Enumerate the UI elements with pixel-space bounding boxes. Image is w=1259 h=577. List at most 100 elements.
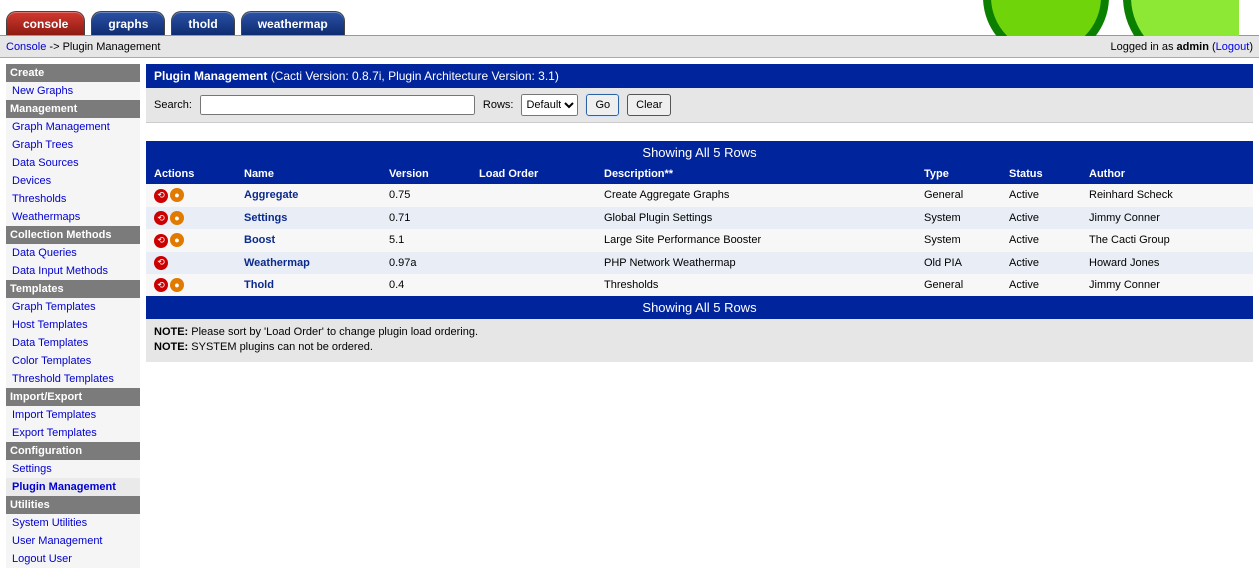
panel-subtitle: (Cacti Version: 0.8.7i, Plugin Architect…: [271, 69, 559, 83]
cell-author: Howard Jones: [1081, 252, 1253, 274]
cell-desc: Large Site Performance Booster: [596, 229, 916, 252]
uninstall-icon[interactable]: ●: [170, 211, 184, 225]
disable-icon[interactable]: ⟲: [154, 278, 168, 292]
filter-bar: Search: Rows: Default Go Clear: [146, 88, 1253, 123]
cell-status: Active: [1001, 229, 1081, 252]
tab-graphs[interactable]: graphs: [91, 11, 165, 35]
sidebar-item-data-sources[interactable]: Data Sources: [6, 154, 140, 172]
disable-icon[interactable]: ⟲: [154, 211, 168, 225]
login-text: Logged in as: [1110, 41, 1176, 53]
sidebar-item-user-management[interactable]: User Management: [6, 532, 140, 550]
breadcrumb-sep: ->: [46, 41, 62, 53]
cell-type: Old PIA: [916, 252, 1001, 274]
table-row: ⟲●Aggregate0.75Create Aggregate GraphsGe…: [146, 184, 1253, 207]
table-row: ⟲●Thold0.4ThresholdsGeneralActiveJimmy C…: [146, 274, 1253, 297]
breadcrumb-page: Plugin Management: [63, 41, 161, 53]
col-author[interactable]: Author: [1081, 164, 1253, 184]
sidebar-item-new-graphs[interactable]: New Graphs: [6, 82, 140, 100]
sidebar-item-host-templates[interactable]: Host Templates: [6, 316, 140, 334]
col-name[interactable]: Name: [236, 164, 381, 184]
cell-status: Active: [1001, 207, 1081, 230]
cell-load: [471, 252, 596, 274]
tab-weathermap[interactable]: weathermap: [241, 11, 345, 35]
sidebar-item-settings[interactable]: Settings: [6, 460, 140, 478]
uninstall-icon[interactable]: ●: [170, 233, 184, 247]
breadcrumb-root[interactable]: Console: [6, 41, 46, 53]
table-header-row: ActionsNameVersionLoad OrderDescription*…: [146, 164, 1253, 184]
sidebar-item-system-utilities[interactable]: System Utilities: [6, 514, 140, 532]
table-row: ⟲●Settings0.71Global Plugin SettingsSyst…: [146, 207, 1253, 230]
sidebar-item-data-templates[interactable]: Data Templates: [6, 334, 140, 352]
sidebar-item-devices[interactable]: Devices: [6, 172, 140, 190]
sidebar-category: Configuration: [6, 442, 140, 460]
sidebar-item-threshold-templates[interactable]: Threshold Templates: [6, 370, 140, 388]
sidebar-item-logout-user[interactable]: Logout User: [6, 550, 140, 568]
sidebar-item-plugin-management[interactable]: Plugin Management: [6, 478, 140, 496]
cell-desc: PHP Network Weathermap: [596, 252, 916, 274]
breadcrumb: Console -> Plugin Management: [6, 41, 160, 53]
cell-version: 0.97a: [381, 252, 471, 274]
sidebar-item-graph-trees[interactable]: Graph Trees: [6, 136, 140, 154]
rows-select[interactable]: Default: [521, 94, 578, 116]
cell-version: 0.71: [381, 207, 471, 230]
col-version[interactable]: Version: [381, 164, 471, 184]
go-button[interactable]: Go: [586, 94, 619, 116]
sidebar-item-graph-management[interactable]: Graph Management: [6, 118, 140, 136]
col-actions[interactable]: Actions: [146, 164, 236, 184]
sidebar-category: Import/Export: [6, 388, 140, 406]
sidebar-item-thresholds[interactable]: Thresholds: [6, 190, 140, 208]
disable-icon[interactable]: ⟲: [154, 189, 168, 203]
search-label: Search:: [154, 99, 192, 111]
cell-load: [471, 229, 596, 252]
tab-console[interactable]: console: [6, 11, 85, 35]
search-input[interactable]: [200, 95, 475, 115]
cell-version: 5.1: [381, 229, 471, 252]
plugin-link[interactable]: Boost: [244, 234, 275, 246]
uninstall-icon[interactable]: ●: [170, 278, 184, 292]
note-label: NOTE:: [154, 326, 191, 338]
plugin-link[interactable]: Aggregate: [244, 189, 298, 201]
tab-thold[interactable]: thold: [171, 11, 234, 35]
breadcrumb-bar: Console -> Plugin Management Logged in a…: [0, 36, 1259, 58]
cell-status: Active: [1001, 184, 1081, 207]
sidebar-item-import-templates[interactable]: Import Templates: [6, 406, 140, 424]
cell-status: Active: [1001, 274, 1081, 297]
main-tabs: consolegraphsthold weathermap: [0, 11, 345, 35]
cell-type: System: [916, 229, 1001, 252]
notes: NOTE: Please sort by 'Load Order' to cha…: [146, 319, 1253, 362]
sidebar-category: Management: [6, 100, 140, 118]
logout-link[interactable]: Logout: [1216, 41, 1250, 53]
cell-desc: Thresholds: [596, 274, 916, 297]
uninstall-icon[interactable]: ●: [170, 188, 184, 202]
cell-load: [471, 184, 596, 207]
plugin-link[interactable]: Settings: [244, 212, 287, 224]
sidebar-item-graph-templates[interactable]: Graph Templates: [6, 298, 140, 316]
sidebar-item-export-templates[interactable]: Export Templates: [6, 424, 140, 442]
plugin-link[interactable]: Thold: [244, 279, 274, 291]
sidebar-item-color-templates[interactable]: Color Templates: [6, 352, 140, 370]
sidebar-category: Templates: [6, 280, 140, 298]
col-description-[interactable]: Description**: [596, 164, 916, 184]
col-status[interactable]: Status: [1001, 164, 1081, 184]
table-row: ⟲ Weathermap 0.97a PHP Network WeathermapOl…: [146, 252, 1253, 274]
cell-version: 0.4: [381, 274, 471, 297]
disable-icon[interactable]: ⟲: [154, 234, 168, 248]
header-decoration: [919, 0, 1239, 36]
col-load-order[interactable]: Load Order: [471, 164, 596, 184]
cell-type: General: [916, 184, 1001, 207]
login-status: Logged in as admin (Logout): [1110, 41, 1253, 53]
cell-load: [471, 274, 596, 297]
col-type[interactable]: Type: [916, 164, 1001, 184]
sidebar-category: Utilities: [6, 496, 140, 514]
cell-author: Jimmy Conner: [1081, 207, 1253, 230]
plugin-link[interactable]: Weathermap: [244, 257, 310, 269]
rows-banner-top: Showing All 5 Rows: [146, 141, 1253, 164]
panel-title: Plugin Management: [154, 69, 267, 83]
panel-header: Plugin Management (Cacti Version: 0.8.7i…: [146, 64, 1253, 88]
disable-icon[interactable]: ⟲: [154, 256, 168, 270]
sidebar-item-data-input-methods[interactable]: Data Input Methods: [6, 262, 140, 280]
clear-button[interactable]: Clear: [627, 94, 671, 116]
rows-banner-bottom: Showing All 5 Rows: [146, 296, 1253, 319]
sidebar-item-weathermaps[interactable]: Weathermaps: [6, 208, 140, 226]
sidebar-item-data-queries[interactable]: Data Queries: [6, 244, 140, 262]
